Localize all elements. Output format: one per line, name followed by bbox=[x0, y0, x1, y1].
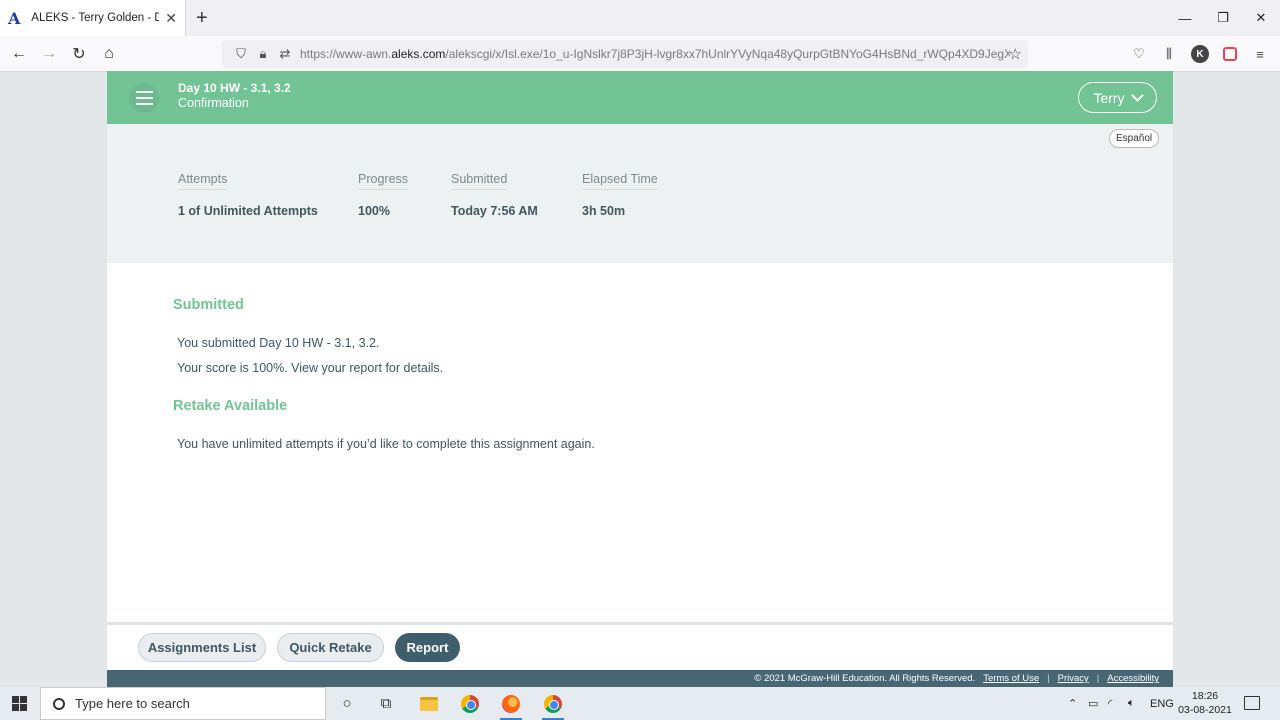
language-toggle-button[interactable]: Español bbox=[1109, 129, 1160, 148]
menu-icon[interactable]: ≡ bbox=[1251, 45, 1269, 63]
attempt-stats-panel: Español Attempts 1 of Unlimited Attempts… bbox=[107, 124, 1173, 263]
clock-time: 18:26 bbox=[1191, 690, 1219, 702]
retake-message: You have unlimited attempts if you’d lik… bbox=[177, 437, 595, 451]
aleks-favicon-icon: A bbox=[8, 8, 21, 28]
taskbar-search-box[interactable]: Type here to search bbox=[40, 687, 326, 720]
user-name: Terry bbox=[1093, 89, 1125, 106]
notifications-icon[interactable] bbox=[1244, 696, 1260, 710]
url-bar[interactable]: ⛉ 🔒︎ ⇄ https://www-awn.aleks.com/alekscg… bbox=[222, 40, 1028, 68]
search-icon bbox=[53, 697, 65, 710]
assignments-list-button[interactable]: Assignments List bbox=[138, 633, 266, 662]
chevron-down-icon bbox=[1130, 89, 1144, 102]
close-tab-icon[interactable]: ✕ bbox=[165, 10, 177, 27]
bookmark-star-icon[interactable]: ☆ bbox=[1009, 45, 1022, 63]
windows-start-icon[interactable] bbox=[12, 696, 27, 711]
battery-icon[interactable]: ▭ bbox=[1088, 687, 1098, 720]
stat-value: Today 7:56 AM bbox=[451, 204, 538, 218]
stat-label: Submitted bbox=[451, 172, 508, 190]
clock-date: 03-08-2021 bbox=[1178, 704, 1232, 716]
score-message: Your score is 100%. View your report for… bbox=[177, 361, 444, 375]
assignment-title: Day 10 HW - 3.1, 3.2 bbox=[178, 81, 291, 95]
retake-heading: Retake Available bbox=[173, 398, 288, 414]
cortana-icon[interactable]: ○ bbox=[333, 690, 361, 717]
task-view-icon[interactable]: ⧉ bbox=[372, 690, 400, 717]
copyright-text: © 2021 McGraw-Hill Education. All Rights… bbox=[754, 673, 976, 684]
confirmation-content: Submitted You submitted Day 10 HW - 3.1,… bbox=[107, 263, 1173, 622]
accessibility-link[interactable]: Accessibility bbox=[1107, 673, 1159, 684]
terms-link[interactable]: Terms of Use bbox=[983, 673, 1039, 684]
submitted-message: You submitted Day 10 HW - 3.1, 3.2. bbox=[177, 336, 380, 350]
chrome-profile-icon[interactable] bbox=[539, 690, 567, 720]
stat-value: 3h 50m bbox=[582, 204, 626, 218]
forward-icon[interactable]: → bbox=[38, 43, 60, 65]
browser-tab-bar: A ALEKS - Terry Golden - Day 10 HW ✕ + —… bbox=[0, 0, 1280, 36]
app-header: Day 10 HW - 3.1, 3.2 Confirmation Terry bbox=[107, 71, 1173, 124]
account-icon[interactable]: K bbox=[1191, 45, 1209, 63]
home-icon[interactable]: ⌂ bbox=[98, 43, 120, 65]
window-close-icon[interactable]: ✕ bbox=[1242, 0, 1280, 36]
stat-label: Attempts bbox=[178, 172, 228, 190]
stat-value: 100% bbox=[358, 204, 390, 218]
stat-label: Progress bbox=[358, 172, 409, 190]
quick-retake-button[interactable]: Quick Retake bbox=[277, 633, 384, 662]
reload-icon[interactable]: ↻ bbox=[68, 43, 90, 65]
hamburger-menu-icon[interactable] bbox=[129, 83, 159, 113]
chrome-icon[interactable] bbox=[456, 690, 484, 717]
minimize-icon[interactable]: — bbox=[1166, 0, 1204, 36]
submitted-heading: Submitted bbox=[173, 297, 244, 313]
library-icon[interactable]: ⫼ bbox=[1160, 45, 1178, 63]
stat-progress: Progress 100% bbox=[358, 170, 409, 218]
url-text: https://www-awn.aleks.com/alekscgi/x/Isl… bbox=[300, 47, 1010, 61]
stat-elapsed-time: Elapsed Time 3h 50m bbox=[582, 170, 658, 218]
file-explorer-icon[interactable] bbox=[415, 690, 443, 717]
separator: | bbox=[1047, 673, 1050, 684]
browser-tab[interactable]: A ALEKS - Terry Golden - Day 10 HW ✕ bbox=[0, 0, 186, 36]
browser-nav-bar: ← → ↻ ⌂ ⛉ 🔒︎ ⇄ https://www-awn.aleks.com… bbox=[0, 36, 1280, 72]
search-placeholder: Type here to search bbox=[75, 696, 190, 711]
page-subtitle: Confirmation bbox=[178, 96, 249, 110]
stat-submitted: Submitted Today 7:56 AM bbox=[451, 170, 538, 218]
pocket-save-icon[interactable]: ♡ bbox=[1130, 45, 1148, 63]
pocket-icon[interactable] bbox=[1223, 47, 1237, 61]
windows-taskbar: Type here to search ○ ⧉ ⌃ ▭ ◜ 🔈︎ ENG 18:… bbox=[0, 687, 1280, 720]
restore-icon[interactable]: ❐ bbox=[1204, 0, 1242, 36]
back-icon[interactable]: ← bbox=[8, 43, 30, 65]
privacy-link[interactable]: Privacy bbox=[1058, 673, 1089, 684]
separator: | bbox=[1096, 673, 1100, 684]
new-tab-icon[interactable]: + bbox=[196, 8, 208, 28]
user-menu-button[interactable]: Terry bbox=[1078, 82, 1157, 113]
tab-title: ALEKS - Terry Golden - Day 10 HW bbox=[31, 12, 160, 24]
firefox-icon[interactable] bbox=[497, 690, 525, 720]
permissions-icon: ⇄ bbox=[279, 46, 291, 61]
shield-icon: ⛉ bbox=[236, 46, 246, 61]
volume-icon[interactable]: 🔈︎ bbox=[1128, 687, 1135, 720]
legal-bar: © 2021 McGraw-Hill Education. All Rights… bbox=[107, 670, 1173, 687]
language-indicator[interactable]: ENG bbox=[1150, 687, 1174, 720]
tray-chevron-icon[interactable]: ⌃ bbox=[1068, 687, 1077, 720]
stat-value: 1 of Unlimited Attempts bbox=[178, 204, 318, 218]
lock-icon: 🔒︎ bbox=[259, 46, 267, 61]
stat-attempts: Attempts 1 of Unlimited Attempts bbox=[178, 170, 318, 218]
stat-label: Elapsed Time bbox=[582, 172, 658, 190]
report-button[interactable]: Report bbox=[395, 633, 460, 662]
aleks-app: Day 10 HW - 3.1, 3.2 Confirmation Terry … bbox=[107, 71, 1173, 687]
system-clock[interactable]: 18:26 03-08-2021 bbox=[1176, 689, 1234, 717]
action-footer: Assignments List Quick Retake Report bbox=[107, 625, 1173, 670]
wifi-icon[interactable]: ◜ bbox=[1108, 687, 1112, 720]
